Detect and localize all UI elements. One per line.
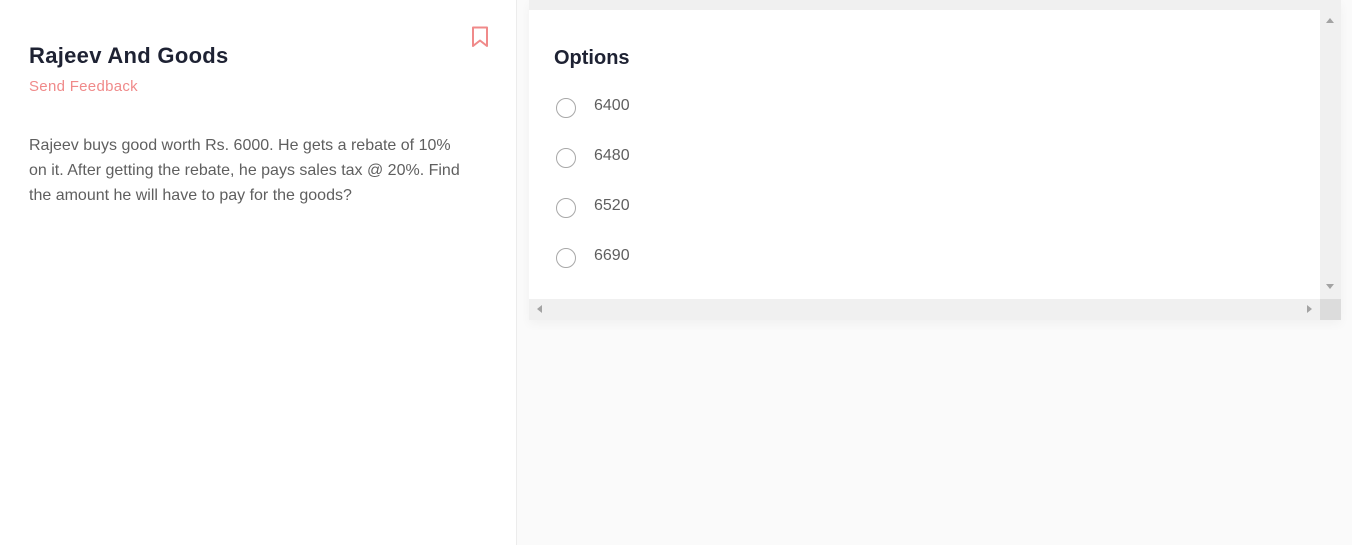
- option-label: 6480: [594, 147, 630, 164]
- option-item[interactable]: 6400: [554, 94, 854, 124]
- options-heading: Options: [554, 47, 630, 69]
- option-item[interactable]: 6520: [554, 194, 854, 224]
- radio-button[interactable]: [556, 248, 576, 268]
- options-panel: Options 6400 6480 6520 6690: [517, 0, 1352, 545]
- option-label: 6690: [594, 247, 630, 264]
- radio-button[interactable]: [556, 198, 576, 218]
- scroll-left-arrow-icon[interactable]: [537, 305, 542, 313]
- vertical-scrollbar[interactable]: [1320, 10, 1341, 299]
- scroll-up-arrow-icon[interactable]: [1326, 18, 1334, 23]
- problem-title: Rajeev And Goods: [29, 43, 229, 68]
- option-label: 6400: [594, 97, 630, 114]
- radio-button[interactable]: [556, 148, 576, 168]
- problem-panel: Rajeev And Goods Send Feedback Rajeev bu…: [0, 0, 517, 545]
- option-label: 6520: [594, 197, 630, 214]
- options-scroll-container: Options 6400 6480 6520 6690: [529, 0, 1341, 320]
- option-item[interactable]: 6690: [554, 244, 854, 274]
- option-item[interactable]: 6480: [554, 144, 854, 174]
- send-feedback-link[interactable]: Send Feedback: [29, 78, 138, 95]
- scrollbar-corner: [1320, 299, 1341, 320]
- question-text: Rajeev buys good worth Rs. 6000. He gets…: [29, 137, 460, 204]
- radio-button[interactable]: [556, 98, 576, 118]
- horizontal-scrollbar[interactable]: [529, 299, 1320, 320]
- scroll-right-arrow-icon[interactable]: [1307, 305, 1312, 313]
- scroll-down-arrow-icon[interactable]: [1326, 284, 1334, 289]
- bookmark-icon[interactable]: [471, 26, 489, 48]
- options-card: Options 6400 6480 6520 6690: [529, 10, 1320, 299]
